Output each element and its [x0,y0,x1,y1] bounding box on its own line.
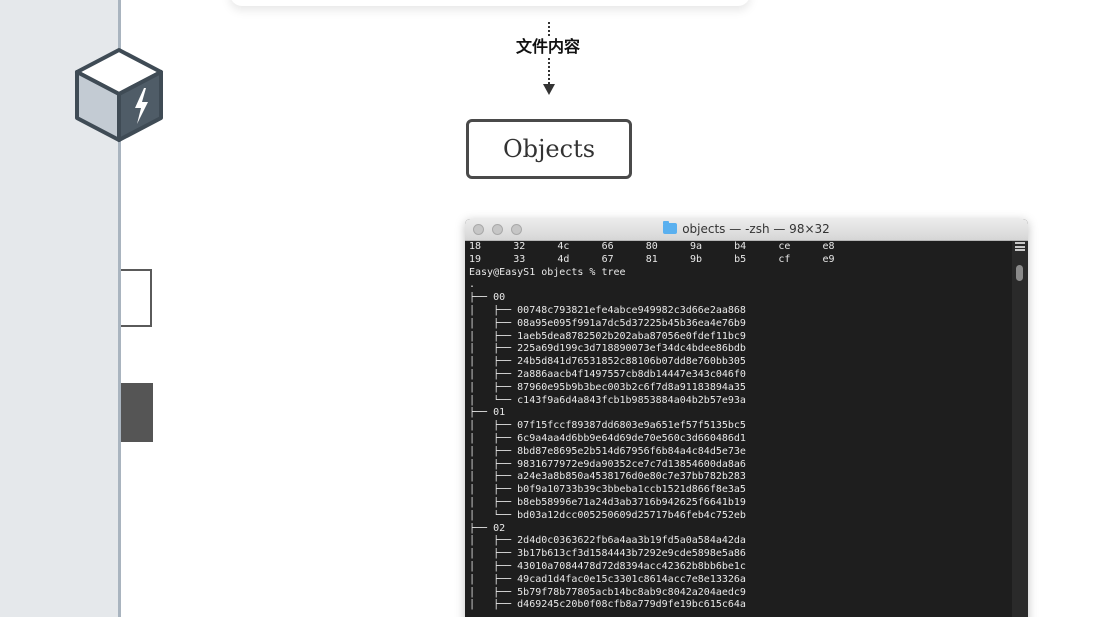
tree-output-line: │ ├── 5b79f78b77805acb14bc8ab9c8042a204a… [469,586,746,598]
tree-output-line: │ ├── 1aeb5dea8782502b202aba87056e0fdef1… [469,330,746,342]
scroll-thumb[interactable] [1016,265,1023,281]
ls-output-cell: ce [778,241,791,252]
ls-output-row: 19 33 4d 67 81 9b b5 cf e9 [469,254,1009,267]
tree-output-line: │ ├── 3b17b613cf3d1584443b7292e9cde5898e… [469,548,746,560]
slide-canvas: 文件内容 Objects objects — -zsh — 98×32 18 32… [0,0,1098,617]
top-card-shadow [230,0,750,6]
tree-output-line: ├── 02 [469,522,506,534]
tree-output-line: ├── 01 [469,407,506,419]
folder-icon [663,221,678,234]
ls-output-cell: 33 [513,253,526,265]
ls-output-cell: 80 [645,241,658,252]
flow-label: 文件内容 [500,36,596,58]
objects-box: Objects [466,119,632,179]
tree-output-line: │ ├── 6c9a4aa4d6bb9e64d69de70e560c3d6604… [469,432,746,444]
tree-output-line: │ ├── 07f15fccf89387dd6803e9a651ef57f513… [469,420,746,432]
dark-box-fragment [121,383,153,442]
ls-output-cell: 32 [513,241,526,252]
ls-output-cell: 66 [601,241,614,252]
arrow-down-icon [543,84,555,95]
tree-output-line: │ ├── b0f9a10733b39c3bbeba1ccb1521d866f8… [469,484,746,496]
tree-output-line: │ ├── 8bd87e8695e2b514d67956f6b84a4c84d5… [469,445,746,457]
terminal-window[interactable]: objects — -zsh — 98×32 18 32 4c 66 80 9a b4 ce e… [465,219,1028,617]
cube-bolt-icon [75,48,163,142]
ls-output-row: 18 32 4c 66 80 9a b4 ce e8 [469,241,1009,254]
tree-output-line: │ ├── 2a886aacb4f1497557cb8db14447e343c0… [469,368,746,380]
terminal-titlebar[interactable]: objects — -zsh — 98×32 [465,219,1028,241]
terminal-title: objects — -zsh — 98×32 [465,219,1028,240]
tree-output-line: │ ├── d469245c20b0f08cfb8a779d9fe19bc615… [469,599,746,611]
tree-output-line: │ ├── b8eb58996e71a24d3ab3716b942625f664… [469,496,746,508]
ls-output-cell: 4c [557,241,570,252]
shell-prompt-line: Easy@EasyS1 objects % tree [469,266,626,278]
ls-output-cell: b5 [734,253,747,265]
ls-output-cell: cf [778,253,791,265]
ls-output-cell: 9b [689,253,702,265]
tree-output-line: │ ├── 00748c793821efe4abce949982c3d66e2a… [469,304,746,316]
tree-output-line: ├── 00 [469,292,506,304]
ls-output-cell: 18 [469,241,482,252]
tree-output-line: │ ├── 24b5d841d76531852c88106b07dd8e760b… [469,356,746,368]
terminal-scrollbar[interactable] [1012,241,1028,617]
tree-output-line: │ ├── 225a69d199c3d718890073ef34dc4bdee8… [469,343,746,355]
ls-output-cell: e8 [822,241,835,252]
ls-output-cell: e9 [822,253,835,265]
tree-output-line: │ ├── 43010a7084478d72d8394acc42362b8bb6… [469,560,746,572]
hamburger-menu-icon[interactable] [1015,242,1025,251]
terminal-title-text: objects — -zsh — 98×32 [682,222,830,236]
ls-output-cell: 67 [601,253,614,265]
ls-output-cell: 81 [645,253,658,265]
tree-output-line: │ └── bd03a12dcc005250609d25717b46feb4c7… [469,509,746,521]
tree-output-line: . [469,279,476,291]
terminal-output[interactable]: 18 32 4c 66 80 9a b4 ce e8 19 33 4d 67 81 9b b5 cf e9 Easy… [469,241,1009,617]
tree-output-line: │ ├── 87960e95b9b3bec003b2c6f7d8a9118389… [469,381,746,393]
tree-output-line: │ ├── a24e3a8b850a4538176d0e80c7e37bb782… [469,471,746,483]
ls-output-cell: 9a [689,241,702,252]
tree-output-line: │ ├── 49cad1d4fac0e15c3301c8614acc7e8e13… [469,573,746,585]
ls-output-cell: 19 [469,253,482,265]
tree-output-line: │ └── c143f9a6d4a843fcb1b9853884a04b2b57… [469,394,746,406]
ls-output-cell: 4d [557,253,570,265]
outlined-box-fragment [121,269,152,327]
ls-output-cell: b4 [734,241,747,252]
tree-output-line: │ ├── 9831677972e9da90352ce7c7d13854600d… [469,458,746,470]
tree-output-line: │ ├── 2d4d0c0363622fb6a4aa3b19fd5a0a584a… [469,535,746,547]
tree-output-line: │ ├── 08a95e095f991a7dc5d37225b45b36ea4e… [469,317,746,329]
